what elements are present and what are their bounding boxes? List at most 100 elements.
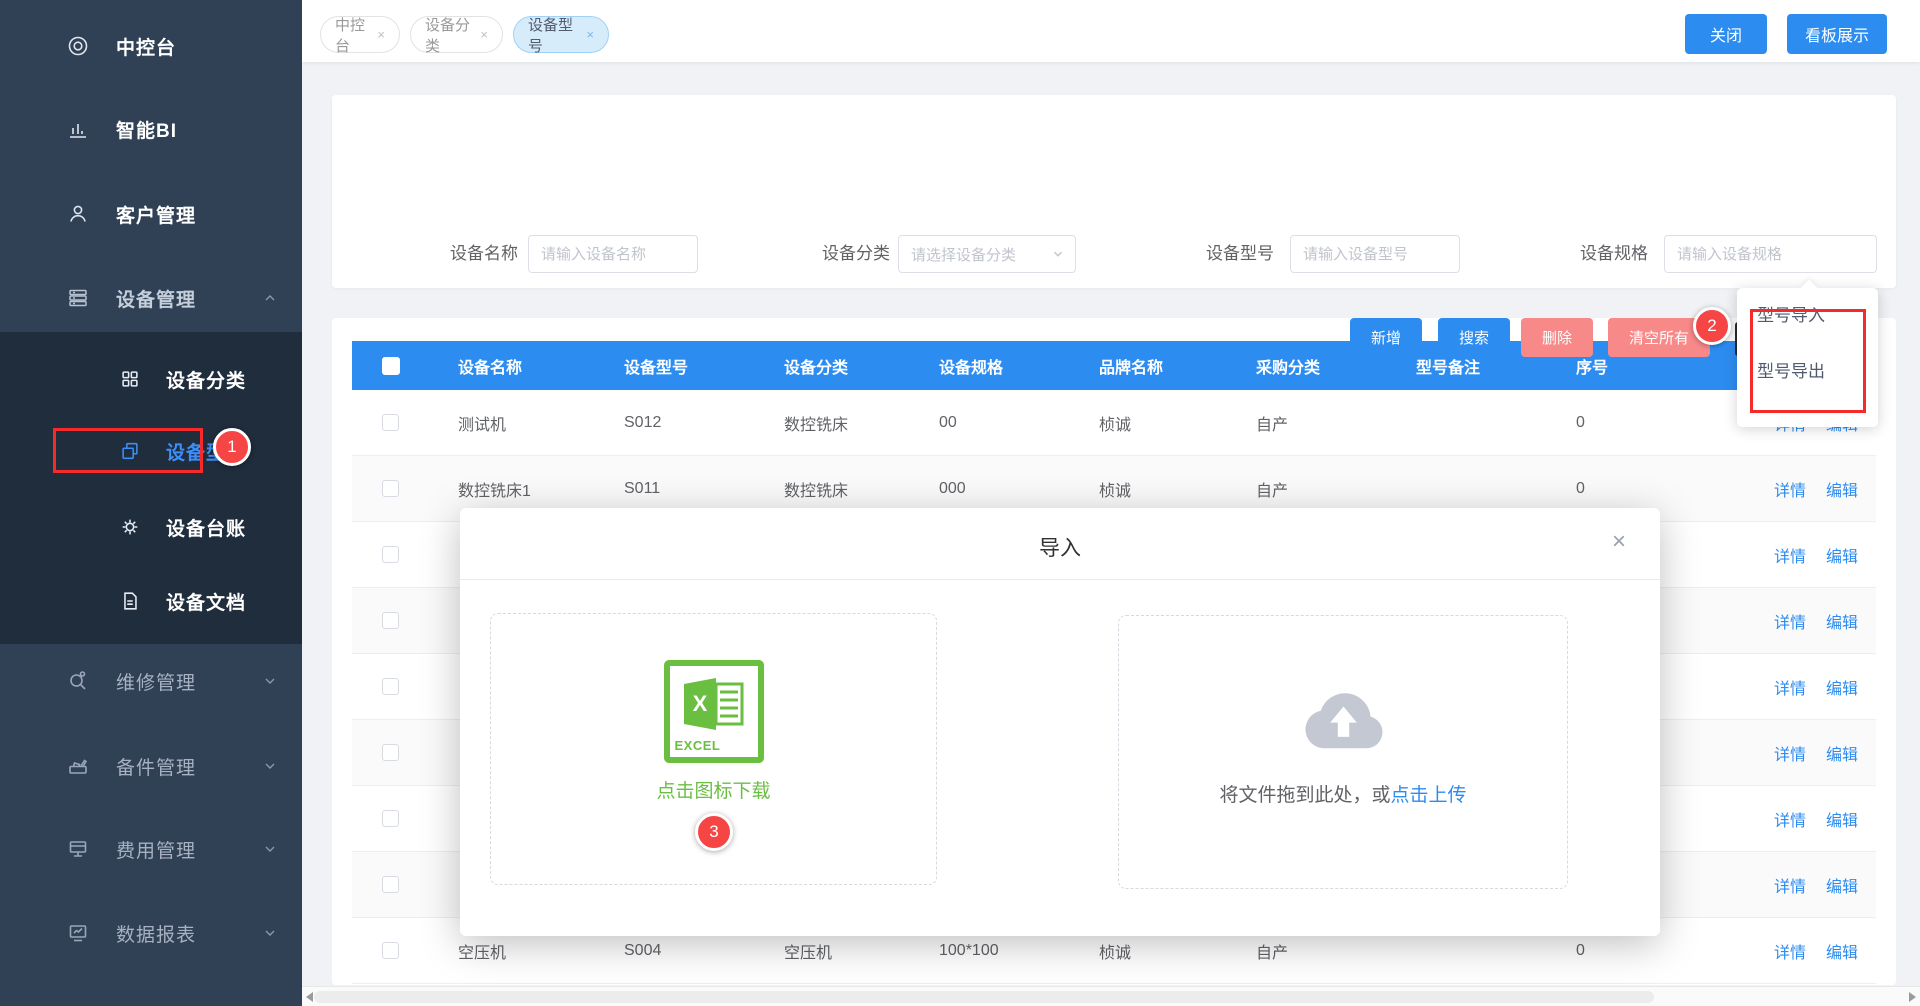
- select-placeholder: 请选择设备分类: [911, 244, 1051, 265]
- edit-link[interactable]: 编辑: [1826, 609, 1858, 633]
- cell-model: S012: [596, 414, 756, 432]
- tab-label: 中控台: [335, 14, 369, 56]
- row-checkbox-cell: [352, 810, 430, 827]
- import-modal: 导入 × X EXCEL 点击图标下载: [460, 508, 1660, 936]
- sidebar-item-equipment[interactable]: 设备管理: [0, 275, 302, 321]
- cell-model: S004: [596, 942, 756, 960]
- click-upload-link[interactable]: 点击上传: [1391, 785, 1467, 806]
- device-model-input[interactable]: [1290, 235, 1460, 273]
- repair-icon: [66, 669, 90, 693]
- add-button[interactable]: 新增: [1350, 318, 1422, 357]
- scroll-right-arrow-icon[interactable]: [1909, 992, 1916, 1002]
- row-checkbox-cell: [352, 612, 430, 629]
- excel-file-icon[interactable]: X EXCEL: [664, 660, 764, 763]
- chevron-down-icon: [262, 841, 278, 857]
- excel-icon-label: EXCEL: [675, 738, 721, 753]
- tab-device-category[interactable]: 设备分类 ×: [410, 16, 503, 53]
- cell-seq: 0: [1548, 942, 1703, 960]
- tab-label: 设备型号: [528, 14, 578, 56]
- tab-device-model[interactable]: 设备型号 ×: [513, 16, 609, 53]
- scroll-left-arrow-icon[interactable]: [306, 992, 313, 1002]
- row-checkbox[interactable]: [382, 612, 399, 629]
- row-checkbox[interactable]: [382, 810, 399, 827]
- detail-link[interactable]: 详情: [1774, 873, 1806, 897]
- annotation-badge-3: 3: [695, 813, 733, 851]
- cell-category: 数控铣床: [756, 411, 911, 435]
- bi-chart-icon: [66, 117, 90, 141]
- edit-link[interactable]: 编辑: [1826, 741, 1858, 765]
- detail-link[interactable]: 详情: [1774, 543, 1806, 567]
- sidebar-item-reports[interactable]: 数据报表: [0, 910, 302, 956]
- tab-close-icon[interactable]: ×: [377, 27, 385, 42]
- row-checkbox-cell: [352, 414, 430, 431]
- spareparts-icon: [66, 754, 90, 778]
- file-dropzone[interactable]: 将文件拖到此处，或点击上传: [1118, 615, 1568, 889]
- row-checkbox[interactable]: [382, 414, 399, 431]
- row-checkbox[interactable]: [382, 942, 399, 959]
- row-checkbox-cell: [352, 480, 430, 497]
- close-page-button[interactable]: 关闭: [1685, 14, 1767, 54]
- device-category-select[interactable]: 请选择设备分类: [898, 235, 1076, 273]
- cell-category: 空压机: [756, 939, 911, 963]
- detail-link[interactable]: 详情: [1774, 675, 1806, 699]
- table-row: 测试机 S012 数控铣床 00 桢诚 自产 0 详情 编辑: [352, 390, 1876, 456]
- edit-link[interactable]: 编辑: [1826, 939, 1858, 963]
- sidebar-item-expense[interactable]: 费用管理: [0, 826, 302, 872]
- console-icon: [66, 34, 90, 58]
- sidebar-item-device-docs[interactable]: 设备文档: [0, 578, 302, 624]
- edit-link[interactable]: 编辑: [1826, 543, 1858, 567]
- sidebar-item-device-category[interactable]: 设备分类: [0, 356, 302, 402]
- row-checkbox[interactable]: [382, 876, 399, 893]
- filter-panel: 设备名称 设备分类 请选择设备分类 设备型号 设备规格 新增 搜索 删除 清空所…: [332, 95, 1896, 288]
- device-spec-input[interactable]: [1664, 235, 1877, 273]
- select-all-checkbox[interactable]: [382, 357, 400, 375]
- cell-brand: 桢诚: [1071, 939, 1228, 963]
- cell-seq: 0: [1548, 480, 1703, 498]
- horizontal-scrollbar[interactable]: [302, 986, 1920, 1006]
- download-template-text[interactable]: 点击图标下载: [656, 776, 770, 803]
- edit-link[interactable]: 编辑: [1826, 477, 1858, 501]
- col-header-brand: 品牌名称: [1071, 354, 1228, 378]
- edit-link[interactable]: 编辑: [1826, 807, 1858, 831]
- sidebar-item-spareparts[interactable]: 备件管理: [0, 743, 302, 789]
- menu-item-model-import[interactable]: 型号导入: [1737, 288, 1878, 344]
- sidebar-item-console[interactable]: 中控台: [0, 23, 302, 69]
- cell-brand: 桢诚: [1071, 411, 1228, 435]
- sidebar-submenu-equipment: 设备分类 设备型号 设备台账 设备文档: [0, 332, 302, 644]
- chevron-down-icon: [262, 673, 278, 689]
- modal-close-icon[interactable]: ×: [1612, 530, 1626, 554]
- sidebar-item-device-model[interactable]: 设备型号: [0, 428, 302, 474]
- svg-text:X: X: [692, 691, 707, 716]
- cell-spec: 000: [911, 480, 1071, 498]
- sidebar-item-customers[interactable]: 客户管理: [0, 191, 302, 237]
- sidebar-item-label: 设备分类: [166, 366, 246, 393]
- detail-link[interactable]: 详情: [1774, 939, 1806, 963]
- row-checkbox[interactable]: [382, 546, 399, 563]
- row-checkbox[interactable]: [382, 678, 399, 695]
- edit-link[interactable]: 编辑: [1826, 873, 1858, 897]
- edit-link[interactable]: 编辑: [1826, 675, 1858, 699]
- sidebar-item-bi[interactable]: 智能BI: [0, 106, 302, 152]
- detail-link[interactable]: 详情: [1774, 609, 1806, 633]
- search-button[interactable]: 搜索: [1438, 318, 1510, 357]
- sidebar-item-device-ledger[interactable]: 设备台账: [0, 504, 302, 550]
- row-checkbox[interactable]: [382, 744, 399, 761]
- row-checkbox[interactable]: [382, 480, 399, 497]
- expense-icon: [66, 837, 90, 861]
- sidebar-item-label: 数据报表: [116, 920, 196, 947]
- cloud-upload-icon: [1296, 678, 1391, 754]
- detail-link[interactable]: 详情: [1774, 807, 1806, 831]
- tab-console[interactable]: 中控台 ×: [320, 16, 400, 53]
- sidebar-item-repair[interactable]: 维修管理: [0, 658, 302, 704]
- detail-link[interactable]: 详情: [1774, 741, 1806, 765]
- board-display-button[interactable]: 看板展示: [1787, 14, 1887, 54]
- tab-close-icon[interactable]: ×: [586, 27, 594, 42]
- tab-close-icon[interactable]: ×: [480, 27, 488, 42]
- device-name-input[interactable]: [528, 235, 698, 273]
- menu-item-model-export[interactable]: 型号导出: [1737, 344, 1878, 400]
- detail-link[interactable]: 详情: [1774, 477, 1806, 501]
- scrollbar-thumb[interactable]: [314, 991, 1654, 1003]
- delete-button[interactable]: 删除: [1521, 318, 1593, 357]
- ledger-gear-icon: [118, 515, 142, 539]
- annotation-badge-1: 1: [213, 428, 251, 466]
